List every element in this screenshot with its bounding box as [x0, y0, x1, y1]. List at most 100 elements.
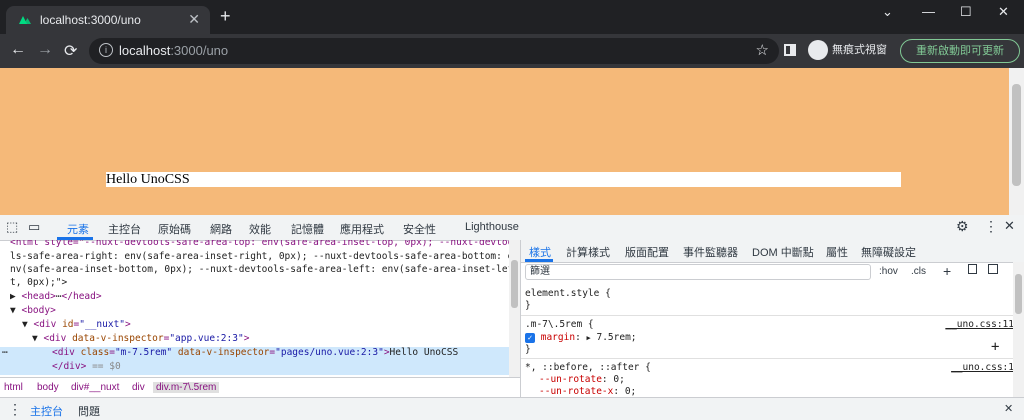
property-value[interactable]: 0;	[613, 374, 624, 385]
styles-scrollbar[interactable]	[1013, 262, 1024, 397]
reload-icon[interactable]: ⟳	[64, 41, 77, 61]
drawer-menu-icon[interactable]: ⋮	[8, 401, 22, 418]
selected-node-row[interactable]: ⋯ <div class="m-7.5rem" data-v-inspector…	[0, 347, 509, 375]
inspect-element-icon[interactable]: ⬚	[6, 219, 18, 235]
drawer-close-icon[interactable]: ✕	[1004, 402, 1013, 415]
browser-tab[interactable]: localhost:3000/uno ✕	[6, 6, 210, 34]
new-style-rule-icon[interactable]: +	[943, 263, 951, 279]
breadcrumb-div-nuxt[interactable]: div#__nuxt	[71, 382, 119, 393]
div-nuxt-node[interactable]: ▼ <div id="__nuxt">	[22, 319, 131, 330]
browser-titlebar: localhost:3000/uno ✕ + ⌄ — ☐ ✕	[0, 0, 1024, 34]
rule-divider	[521, 315, 1017, 316]
collapse-arrow-icon[interactable]: ▼	[10, 305, 16, 316]
breadcrumb-div[interactable]: div	[132, 382, 145, 393]
tab-layout[interactable]: 版面配置	[625, 244, 669, 260]
node-actions-icon[interactable]: ⋯	[2, 347, 8, 358]
rule-selector[interactable]: *, ::before, ::after {	[525, 362, 651, 373]
property-value[interactable]: 7.5rem;	[596, 332, 636, 343]
drawer-tab-console[interactable]: 主控台	[30, 403, 63, 419]
device-toolbar-icon[interactable]: ▭	[28, 219, 40, 235]
page-scrollbar-thumb[interactable]	[1012, 84, 1021, 186]
element-style-rule[interactable]: element.style {	[525, 288, 611, 299]
styles-filter-input[interactable]: 篩選	[525, 264, 871, 280]
devtools-close-icon[interactable]: ✕	[1004, 218, 1015, 234]
breadcrumb-html[interactable]: html	[4, 382, 23, 393]
page-scrollbar[interactable]	[1009, 68, 1024, 215]
div-app-node[interactable]: ▼ <div data-v-inspector="app.vue:2:3">	[32, 333, 249, 344]
elements-scrollbar-thumb[interactable]	[511, 260, 518, 308]
tab-computed[interactable]: 計算樣式	[566, 244, 610, 260]
close-brace: }	[525, 300, 531, 311]
html-open-line-4: t, 0px);">	[10, 277, 68, 288]
rule-source-link[interactable]: __uno.css:1	[951, 362, 1014, 373]
tab-memory[interactable]: 記憶體	[291, 221, 324, 237]
collapse-arrow-icon[interactable]: ▼	[22, 319, 28, 330]
attr-name: class	[80, 347, 110, 358]
rule-source-link[interactable]: __uno.css:11	[945, 319, 1014, 330]
computed-styles-toggle-icon[interactable]	[968, 264, 977, 274]
incognito-indicator[interactable]: 無痕式視窗	[808, 40, 887, 60]
url-text: localhost:3000/uno	[119, 43, 228, 58]
forward-icon[interactable]: →	[37, 41, 53, 59]
browser-toolbar: ← → ⟳ i localhost:3000/uno ☆ 無痕式視窗 重新啟動即…	[0, 34, 1024, 68]
window-close-icon[interactable]: ✕	[998, 4, 1009, 20]
div-selected-close: </div> == $0	[52, 361, 121, 372]
elements-tree[interactable]: <html style="--nuxt-devtools-safe-area-t…	[0, 240, 520, 377]
address-bar[interactable]: i localhost:3000/uno ☆	[89, 38, 779, 64]
tab-dom-breakpoints[interactable]: DOM 中斷點	[752, 244, 814, 260]
tab-security[interactable]: 安全性	[403, 221, 436, 237]
site-info-icon[interactable]: i	[99, 43, 113, 57]
tab-performance[interactable]: 效能	[249, 221, 271, 237]
devtools-more-icon[interactable]: ⋮	[984, 218, 998, 235]
drawer-tabbar: ⋮ 主控台 問題 ✕	[0, 397, 1024, 420]
tab-application[interactable]: 應用程式	[340, 221, 384, 237]
tab-console[interactable]: 主控台	[108, 221, 141, 237]
property-name[interactable]: --un-rotate-x	[539, 386, 613, 397]
body-node[interactable]: ▼ <body>	[10, 305, 56, 316]
tab-accessibility[interactable]: 無障礙設定	[861, 244, 916, 260]
head-node[interactable]: ▶ <head>⋯</head>	[10, 291, 102, 302]
tab-close-icon[interactable]: ✕	[188, 11, 200, 28]
breadcrumb-body[interactable]: body	[37, 382, 59, 393]
property-value[interactable]: 0;	[625, 386, 636, 397]
tab-properties[interactable]: 屬性	[826, 244, 848, 260]
drawer-tab-issues[interactable]: 問題	[78, 403, 100, 419]
hov-toggle[interactable]: :hov	[879, 266, 898, 277]
expand-arrow-icon[interactable]: ▶	[587, 334, 591, 342]
update-button[interactable]: 重新啟動即可更新	[900, 39, 1020, 63]
tab-search-icon[interactable]: ⌄	[882, 4, 893, 20]
tab-styles[interactable]: 樣式	[529, 244, 551, 260]
tab-elements[interactable]: 元素	[67, 221, 89, 237]
tab-lighthouse[interactable]: Lighthouse	[465, 221, 519, 233]
property-name[interactable]: margin	[541, 332, 575, 343]
settings-gear-icon[interactable]: ⚙	[956, 218, 969, 235]
browser-menu-icon[interactable]: ⋮	[1018, 41, 1024, 58]
margin-declaration[interactable]: ✓ margin: ▶ 7.5rem;	[525, 332, 637, 343]
attr-value: "__nuxt"	[79, 319, 126, 330]
tab-sources[interactable]: 原始碼	[158, 221, 191, 237]
tab-event-listeners[interactable]: 事件監聽器	[683, 244, 738, 260]
property-name[interactable]: --un-rotate	[539, 374, 602, 385]
maximize-icon[interactable]: ☐	[960, 4, 972, 20]
back-icon[interactable]: ←	[10, 41, 26, 59]
rule-selector[interactable]: .m-7\.5rem {	[525, 319, 594, 330]
breadcrumb-div-selected[interactable]: div.m-7\.5rem	[153, 382, 220, 393]
property-checkbox[interactable]: ✓	[525, 332, 535, 343]
html-open-line-1[interactable]: <html style="--nuxt-devtools-safe-area-t…	[10, 240, 513, 248]
styles-scrollbar-thumb[interactable]	[1015, 274, 1022, 314]
tab-network[interactable]: 網路	[210, 221, 232, 237]
sidebar-toggle-icon[interactable]	[988, 264, 998, 274]
new-tab-button[interactable]: +	[220, 6, 231, 27]
minimize-icon[interactable]: —	[922, 4, 935, 19]
nuxt-logo-icon	[19, 16, 31, 24]
bookmark-star-icon[interactable]: ☆	[756, 41, 769, 59]
hello-uno-text: Hello UnoCSS	[106, 172, 901, 187]
declaration[interactable]: --un-rotate: 0;	[539, 374, 625, 385]
cls-toggle[interactable]: .cls	[911, 266, 926, 277]
elements-scrollbar[interactable]	[509, 240, 520, 377]
side-panel-icon[interactable]	[784, 44, 796, 56]
collapse-arrow-icon[interactable]: ▼	[32, 333, 38, 344]
add-declaration-icon[interactable]: +	[991, 339, 999, 355]
expand-arrow-icon[interactable]: ▶	[10, 291, 16, 302]
declaration[interactable]: --un-rotate-x: 0;	[539, 386, 636, 397]
